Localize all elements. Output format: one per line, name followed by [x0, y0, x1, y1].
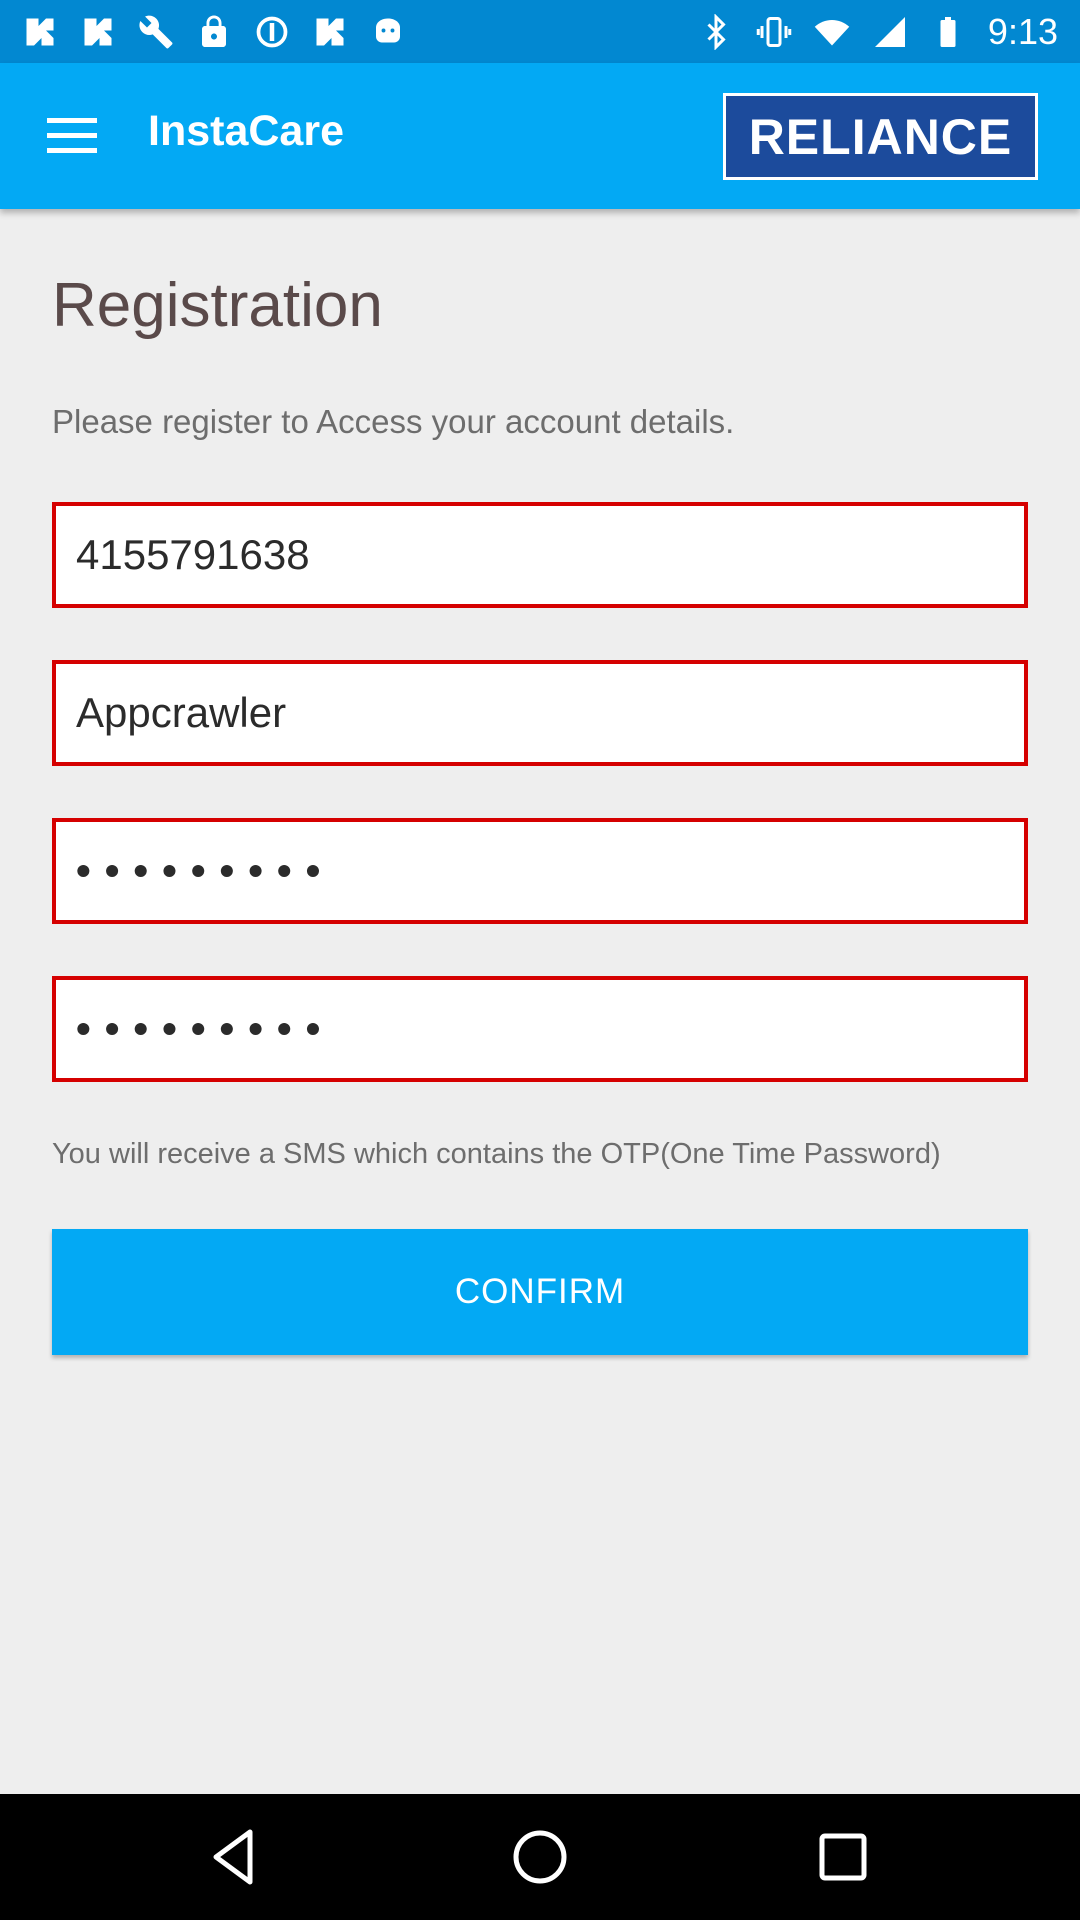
confirm-button-label: CONFIRM — [454, 1272, 626, 1311]
navigation-bar — [0, 1794, 1080, 1920]
sms-otp-note: You will receive a SMS which contains th… — [52, 1138, 941, 1170]
confirm-password-value: ••••••••• — [76, 1005, 335, 1052]
lock-icon — [202, 15, 226, 47]
confirm-button[interactable]: CONFIRM — [52, 1229, 1028, 1355]
android-icon — [376, 18, 400, 42]
bluetooth-icon — [707, 13, 726, 50]
mobile-number-field[interactable]: 4155791638 — [52, 502, 1028, 608]
notification-icon — [84, 18, 112, 45]
confirm-password-field[interactable]: ••••••••• — [52, 976, 1028, 1082]
hamburger-menu-icon — [46, 117, 97, 153]
page-title: Registration — [52, 271, 383, 340]
menu-button[interactable] — [30, 98, 115, 173]
back-icon[interactable] — [200, 1822, 270, 1892]
page-subtitle: Please register to Access your account d… — [52, 403, 735, 440]
vibrate-icon — [756, 16, 792, 47]
reliance-logo: RELIANCE — [723, 93, 1038, 180]
notification-icon — [26, 18, 54, 45]
wifi-icon — [814, 19, 850, 45]
app-title: InstaCare — [148, 107, 344, 155]
name-field[interactable]: Appcrawler — [52, 660, 1028, 766]
brand-text: RELIANCE — [748, 108, 1013, 165]
battery-icon — [940, 16, 956, 47]
status-system-icons: 9:13 — [698, 11, 1058, 53]
signal-icon — [874, 16, 905, 47]
status-time: 9:13 — [987, 10, 1058, 52]
settings-circle-icon — [256, 16, 288, 47]
status-notification-icons — [22, 14, 406, 50]
status-bar: 9:13 — [0, 0, 1080, 63]
password-field[interactable]: ••••••••• — [52, 818, 1028, 924]
home-icon[interactable] — [505, 1822, 575, 1892]
recents-icon[interactable] — [808, 1822, 878, 1892]
wrench-icon — [139, 15, 173, 48]
mobile-number-value: 4155791638 — [76, 531, 310, 578]
app-bar: InstaCare RELIANCE — [0, 63, 1080, 209]
name-value: Appcrawler — [76, 689, 287, 736]
password-value: ••••••••• — [76, 847, 335, 894]
notification-icon — [316, 18, 344, 45]
